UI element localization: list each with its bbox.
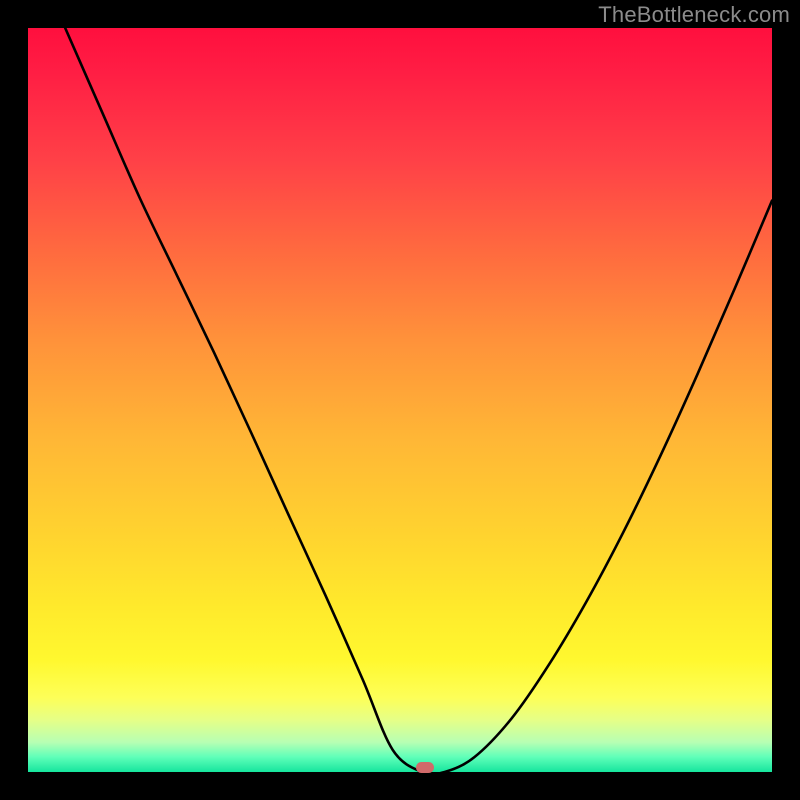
watermark-text: TheBottleneck.com [598,2,790,28]
curve-plot [28,28,772,772]
chart-frame: TheBottleneck.com [0,0,800,800]
optimum-marker [416,762,434,773]
bottleneck-curve [65,28,772,772]
